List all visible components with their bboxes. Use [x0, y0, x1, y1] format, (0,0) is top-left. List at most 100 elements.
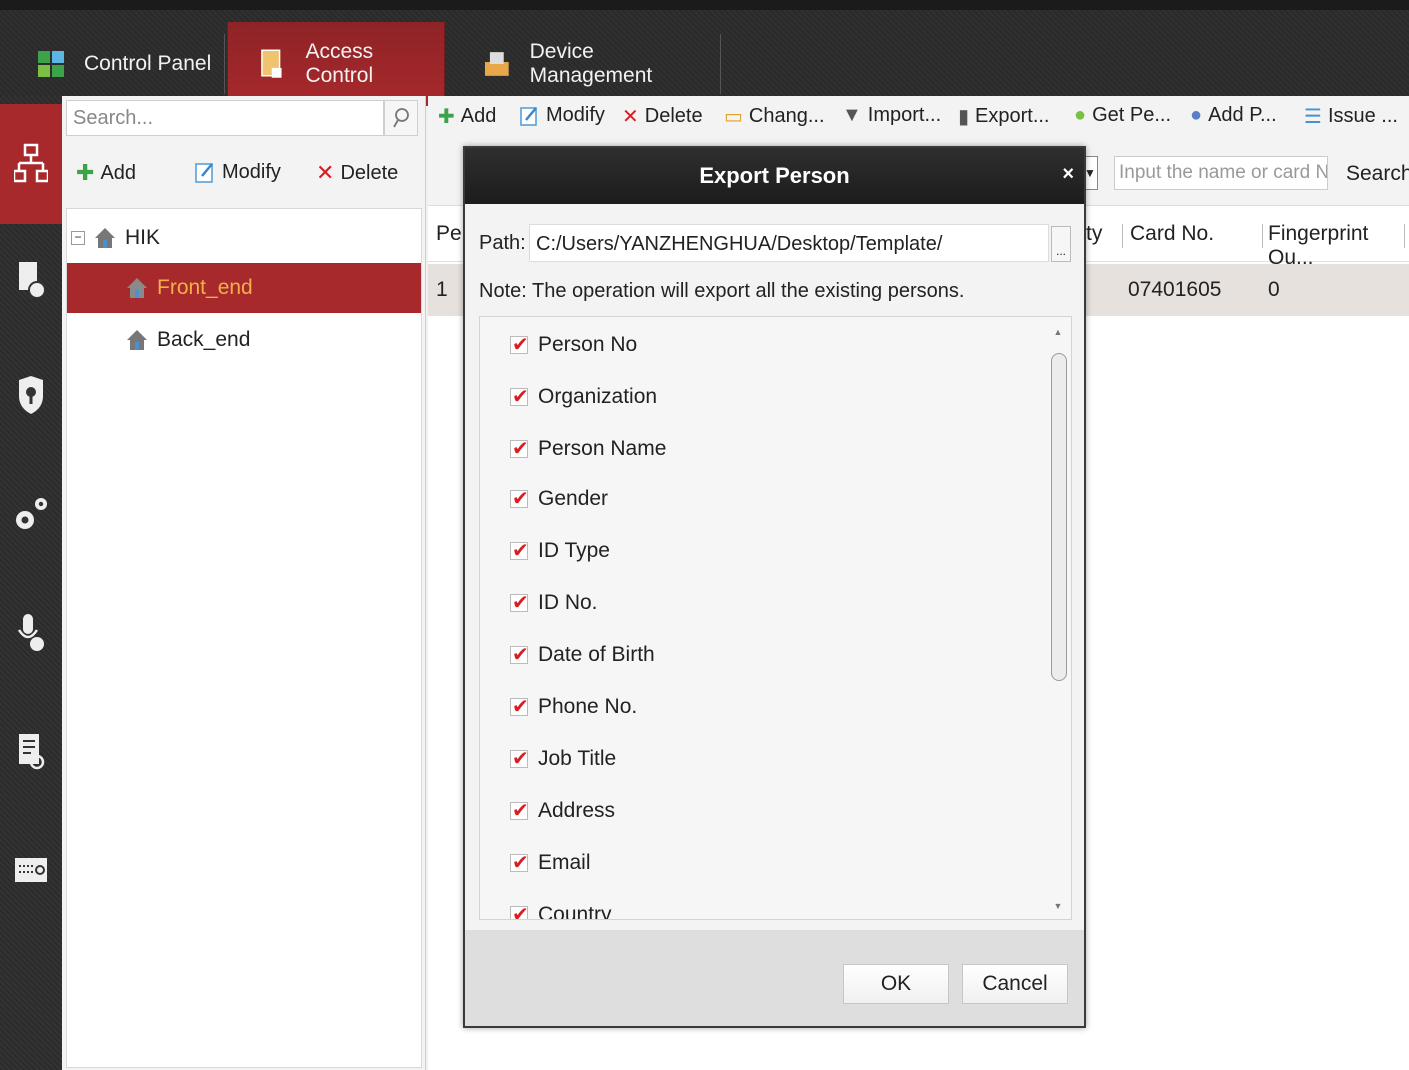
collapse-icon[interactable]: − [71, 231, 85, 245]
field-checkbox-job-title[interactable]: Job Title [510, 739, 616, 779]
person-add-button[interactable]: ✚ Add [438, 104, 496, 129]
person-toolbar: ✚ Add Modify ✕ Delete ▭ Chang... ▼ Impor… [428, 96, 1409, 144]
tab-control-panel[interactable]: Control Panel [6, 22, 220, 106]
top-navigation-bar: Control Panel Access Control Device Mana… [0, 0, 1409, 106]
column-header[interactable]: Fingerprint Qu... [1268, 222, 1409, 270]
field-label: Person No [538, 333, 638, 356]
edit-icon [195, 163, 213, 183]
button-label: Add [460, 105, 497, 127]
delete-icon: ✕ [622, 106, 639, 128]
org-delete-button[interactable]: ✕ Delete [316, 160, 398, 186]
field-checkbox-address[interactable]: Address [510, 791, 615, 831]
tree-node-back-end[interactable]: Back_end [125, 315, 250, 365]
field-list-scrollbar[interactable]: ▲ ▼ [1049, 323, 1067, 915]
table-cell: 1 [436, 278, 448, 301]
delete-icon: ✕ [316, 160, 335, 185]
path-field[interactable]: C:/Users/YANZHENGHUA/Desktop/Template/ [529, 224, 1049, 262]
rail-organization[interactable] [0, 104, 62, 224]
field-checkbox-person-no[interactable]: Person No [510, 325, 637, 365]
organization-search-input[interactable]: Search... [66, 100, 384, 136]
field-checkbox-date-of-birth[interactable]: Date of Birth [510, 635, 655, 675]
dialog-footer: OK Cancel [465, 930, 1084, 1026]
button-label: Delete [644, 105, 703, 127]
org-delete-label: Delete [340, 161, 399, 184]
edit-icon [520, 106, 537, 126]
person-delete-button[interactable]: ✕ Delete [622, 104, 703, 129]
tab-label: Device Management [529, 40, 653, 87]
rail-settings[interactable] [0, 454, 62, 574]
issue-card-button[interactable]: ☰ Issue ... [1304, 104, 1398, 129]
checkbox-checked-icon[interactable] [510, 902, 529, 919]
tree-node-front-end[interactable]: Front_end [67, 263, 421, 313]
browse-button[interactable]: ... [1051, 226, 1071, 262]
person-icon: ● [1190, 104, 1203, 126]
ok-button[interactable]: OK [843, 964, 949, 1004]
rail-report[interactable] [0, 692, 62, 812]
field-label: Address [538, 799, 616, 822]
dialog-title-bar: Export Person × [465, 148, 1084, 204]
column-header[interactable]: Card No. [1130, 222, 1214, 246]
field-label: Date of Birth [538, 643, 655, 666]
org-add-label: Add [100, 161, 137, 184]
checkbox-checked-icon[interactable] [510, 798, 529, 823]
search-placeholder: Search... [73, 107, 154, 129]
checkbox-checked-icon[interactable] [510, 850, 529, 875]
org-modify-button[interactable]: Modify [194, 160, 281, 184]
button-label: Modify [546, 104, 605, 126]
change-card-button[interactable]: ▭ Chang... [724, 104, 825, 129]
scroll-thumb[interactable] [1051, 353, 1067, 681]
checkbox-checked-icon[interactable] [510, 538, 529, 563]
rail-location[interactable] [0, 336, 62, 456]
name-card-search-input[interactable]: Input the name or card No... [1114, 156, 1328, 190]
checkbox-checked-icon[interactable] [510, 486, 529, 511]
checkbox-checked-icon[interactable] [510, 590, 529, 615]
dialog-body: Path: C:/Users/YANZHENGHUA/Desktop/Templ… [465, 204, 1084, 930]
rail-person-card[interactable] [0, 220, 62, 340]
cancel-button[interactable]: Cancel [962, 964, 1068, 1004]
field-checkbox-organization[interactable]: Organization [510, 377, 657, 417]
field-label: Person Name [538, 437, 667, 460]
export-icon: ▮ [958, 106, 970, 128]
checkbox-checked-icon[interactable] [510, 746, 529, 771]
close-icon[interactable]: × [1062, 163, 1074, 186]
rail-voice[interactable] [0, 572, 62, 692]
field-checkbox-id-type[interactable]: ID Type [510, 531, 610, 571]
add-person-button[interactable]: ● Add P... [1190, 104, 1277, 127]
button-label: Import... [867, 104, 942, 126]
filter-search-button[interactable]: Search [1346, 162, 1409, 186]
field-checkbox-country[interactable]: Country [510, 895, 612, 919]
column-header[interactable]: ty [1086, 222, 1102, 246]
field-checkbox-phone-no[interactable]: Phone No. [510, 687, 637, 727]
checkbox-checked-icon[interactable] [510, 332, 529, 357]
field-checkbox-id-no[interactable]: ID No. [510, 583, 598, 623]
scroll-down-icon[interactable]: ▼ [1049, 897, 1067, 915]
device-management-icon [484, 52, 509, 76]
import-button[interactable]: ▼ Import... [842, 104, 941, 127]
left-icon-rail [0, 96, 62, 1070]
person-icon: ● [1074, 104, 1087, 126]
org-add-button[interactable]: ✚ Add [76, 160, 136, 186]
rail-device[interactable] [0, 810, 62, 930]
add-icon: ✚ [76, 160, 95, 185]
person-modify-button[interactable]: Modify [520, 104, 605, 127]
checkbox-checked-icon[interactable] [510, 384, 529, 409]
tree-root-hik[interactable]: − HIK [71, 213, 160, 263]
tree-node-label: Back_end [157, 328, 251, 351]
field-label: Organization [538, 385, 658, 408]
search-button[interactable] [384, 100, 418, 136]
field-label: Gender [538, 487, 609, 510]
checkbox-checked-icon[interactable] [510, 642, 529, 667]
checkbox-checked-icon[interactable] [510, 436, 529, 461]
get-person-button[interactable]: ● Get Pe... [1074, 104, 1171, 127]
tab-access-control[interactable]: Access Control [227, 22, 445, 106]
search-icon [393, 108, 409, 128]
tab-device-management[interactable]: Device Management [452, 22, 720, 106]
home-icon [127, 278, 147, 298]
export-button[interactable]: ▮ Export... [958, 104, 1050, 129]
field-checkbox-gender[interactable]: Gender [510, 479, 608, 519]
checkbox-checked-icon[interactable] [510, 694, 529, 719]
field-checkbox-person-name[interactable]: Person Name [510, 429, 666, 469]
tab-label: Control Panel [84, 52, 212, 75]
field-checkbox-email[interactable]: Email [510, 843, 591, 883]
scroll-up-icon[interactable]: ▲ [1049, 323, 1067, 341]
